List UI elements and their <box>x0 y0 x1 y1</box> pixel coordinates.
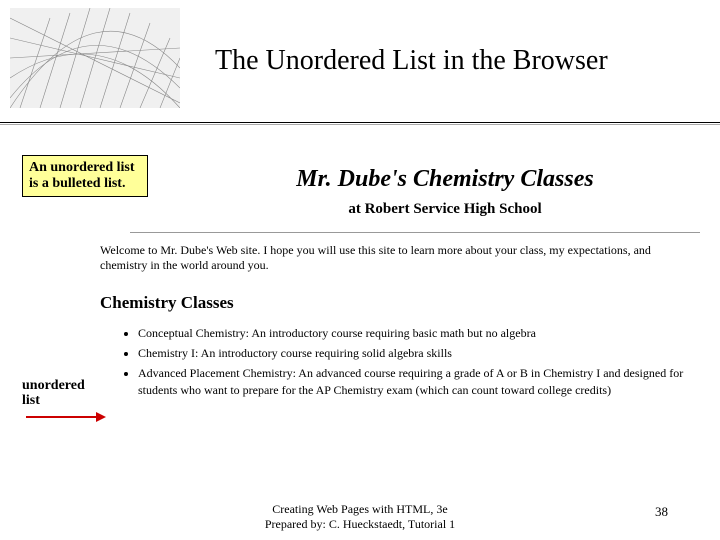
horizontal-rule <box>130 232 700 233</box>
list-item: Conceptual Chemistry: An introductory co… <box>138 325 698 341</box>
arrow-icon <box>26 410 106 428</box>
list-item: Advanced Placement Chemistry: An advance… <box>138 365 698 397</box>
slide-header: The Unordered List in the Browser <box>0 0 720 115</box>
divider <box>0 122 720 123</box>
decorative-mesh-image <box>10 8 180 108</box>
welcome-paragraph: Welcome to Mr. Dube's Web site. I hope y… <box>100 243 690 273</box>
unordered-list: Conceptual Chemistry: An introductory co… <box>120 325 700 398</box>
page-heading: Mr. Dube's Chemistry Classes <box>190 166 700 193</box>
list-item: Chemistry I: An introductory course requ… <box>138 345 698 361</box>
callout-text: An unordered list is a bulleted list. <box>29 160 135 191</box>
slide-footer: Creating Web Pages with HTML, 3e Prepare… <box>0 502 720 532</box>
page-number: 38 <box>655 504 668 520</box>
divider-shadow <box>0 124 720 125</box>
footer-line-2: Prepared by: C. Hueckstaedt, Tutorial 1 <box>0 517 720 532</box>
page-subheading: at Robert Service High School <box>190 201 700 218</box>
section-heading: Chemistry Classes <box>100 293 700 313</box>
slide-title: The Unordered List in the Browser <box>215 45 608 77</box>
browser-preview: Mr. Dube's Chemistry Classes at Robert S… <box>130 160 700 402</box>
arrow-label: unordered list <box>22 378 102 409</box>
footer-line-1: Creating Web Pages with HTML, 3e <box>0 502 720 517</box>
